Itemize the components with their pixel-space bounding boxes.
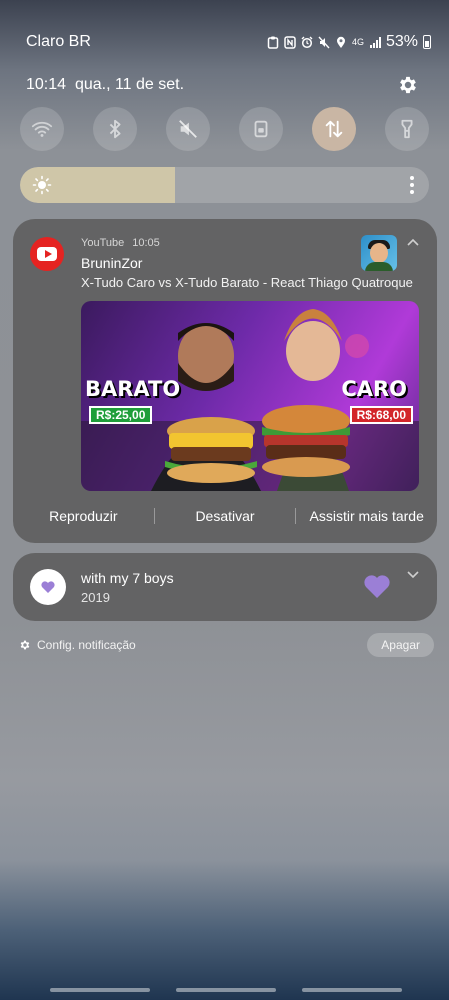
music-title: with my 7 boys [81, 570, 174, 586]
clock: 10:14 [26, 76, 67, 93]
thumb-label-right: CARO [341, 377, 407, 401]
music-notification[interactable]: with my 7 boys 2019 [13, 553, 437, 621]
clipboard-icon [267, 36, 279, 49]
wifi-icon [31, 121, 53, 137]
gear-icon [20, 640, 30, 650]
rotation-lock-icon [254, 120, 268, 138]
play-button[interactable]: Reproduzir [13, 508, 154, 524]
youtube-notification[interactable]: YouTube 10:05 BruninZor X-Tudo Caro vs X… [13, 219, 437, 543]
music-app-icon [30, 569, 66, 605]
location-icon [336, 36, 345, 48]
notification-settings-link[interactable]: Config. notificação [19, 638, 136, 652]
network-type: 4G [351, 36, 364, 47]
purple-heart-icon [364, 575, 390, 598]
settings-label: Config. notificação [37, 638, 136, 652]
disable-button[interactable]: Desativar [155, 508, 296, 524]
tile-bluetooth[interactable] [93, 107, 137, 151]
carrier-name: Claro BR [26, 33, 91, 50]
date: qua., 11 de set. [74, 76, 185, 93]
channel-avatar [361, 235, 397, 271]
sun-icon [32, 175, 52, 195]
notification-actions: Reproduzir Desativar Assistir mais tarde [13, 501, 437, 531]
tile-flashlight[interactable] [385, 107, 429, 151]
quick-settings-tiles [20, 107, 429, 151]
tile-rotation[interactable] [239, 107, 283, 151]
nfc-icon [284, 35, 296, 49]
notification-meta: YouTube 10:05 [81, 237, 160, 249]
mute-icon [179, 120, 197, 138]
music-subtitle: 2019 [81, 590, 110, 605]
thumb-price-right: R$:68,00 [349, 406, 413, 424]
heart-icon [41, 581, 55, 593]
brightness-slider[interactable] [20, 167, 429, 203]
tile-wifi[interactable] [20, 107, 64, 151]
chevron-up-icon[interactable] [407, 238, 419, 246]
battery-icon [423, 35, 431, 49]
settings-gear-icon[interactable] [397, 74, 419, 96]
alarm-icon [301, 36, 313, 48]
nav-back[interactable] [302, 988, 402, 992]
thumb-price-left: R$:25,00 [89, 406, 153, 424]
more-options-icon[interactable] [409, 176, 415, 194]
bluetooth-icon [109, 119, 121, 139]
mute-icon [318, 36, 330, 48]
tile-sound[interactable] [166, 107, 210, 151]
notification-title: BruninZor [81, 255, 143, 271]
video-thumbnail[interactable]: BARATO R$:25,00 CARO R$:68,00 [81, 301, 419, 491]
navigation-bar [0, 988, 449, 994]
tile-mobile-data[interactable] [312, 107, 356, 151]
thumb-label-left: BARATO [85, 377, 181, 401]
clear-button[interactable]: Apagar [367, 633, 434, 657]
quick-panel-header: 10:14 qua., 11 de set. [26, 72, 419, 98]
app-name: YouTube [81, 237, 125, 249]
status-icons: 4G 53% [267, 33, 431, 51]
notification-time: 10:05 [132, 237, 160, 249]
status-bar: Claro BR 4G 53% [26, 30, 431, 54]
data-arrows-icon [325, 120, 343, 138]
chevron-down-icon[interactable] [407, 571, 419, 579]
watch-later-button[interactable]: Assistir mais tarde [296, 508, 437, 524]
flashlight-icon [401, 119, 413, 139]
signal-icon [369, 36, 381, 48]
notification-footer: Config. notificação Apagar [19, 632, 434, 658]
notification-text: X-Tudo Caro vs X-Tudo Barato - React Thi… [81, 275, 413, 290]
date-time: 10:14 qua., 11 de set. [26, 76, 184, 94]
youtube-logo-icon [30, 237, 64, 271]
nav-recents[interactable] [50, 988, 150, 992]
battery-percent: 53% [385, 33, 418, 50]
nav-home[interactable] [176, 988, 276, 992]
